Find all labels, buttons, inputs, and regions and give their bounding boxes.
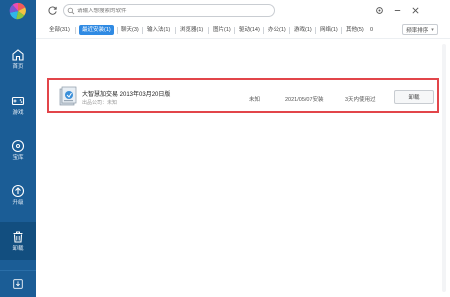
app-usage-frequency: 3天内使用过 xyxy=(345,97,376,103)
tab-input-method[interactable]: 输入法(1) xyxy=(147,25,170,35)
download-icon xyxy=(13,279,23,289)
tab-browser[interactable]: 浏览器(1) xyxy=(180,25,203,35)
tab-recent[interactable]: 最近安装(1) xyxy=(79,25,114,35)
tab-chat[interactable]: 聊天(3) xyxy=(121,25,139,35)
app-install-date: 2021/05/07安装 xyxy=(285,97,324,103)
tab-games[interactable]: 游戏(1) xyxy=(294,25,312,35)
app-name: 大智慧加交易 2013年03月20日版 xyxy=(82,92,171,98)
close-button[interactable] xyxy=(410,5,420,15)
tab-divider xyxy=(289,27,290,34)
sort-dropdown[interactable]: 频率排序 ▾ xyxy=(402,24,438,35)
tab-network[interactable]: 网络(1) xyxy=(320,25,338,35)
chevron-down-icon: ▾ xyxy=(431,26,434,33)
category-tabs: 全部(31) 最近安装(1) 聊天(3) 输入法(1) 浏览器(1) 图片(1)… xyxy=(36,21,450,39)
sort-label: 频率排序 xyxy=(406,27,429,34)
tab-count: 0 xyxy=(370,27,374,33)
tab-divider xyxy=(75,27,76,34)
top-bar xyxy=(36,0,450,21)
sidebar-item-treasury[interactable]: 宝库 xyxy=(0,131,36,169)
home-icon xyxy=(12,49,24,61)
minimize-icon xyxy=(394,9,400,11)
sidebar-item-label: 宝库 xyxy=(12,154,24,161)
sidebar-item-label: 卸载 xyxy=(12,245,24,252)
sidebar-item-label: 升级 xyxy=(12,199,24,206)
refresh-icon[interactable] xyxy=(47,5,58,16)
download-manager-button[interactable] xyxy=(0,270,36,297)
app-publisher: 出品公司：未知 xyxy=(82,100,118,106)
upgrade-icon xyxy=(11,184,25,197)
tab-image[interactable]: 图片(1) xyxy=(213,25,231,35)
sidebar-item-games[interactable]: 游戏 xyxy=(0,86,36,124)
sidebar-item-uninstall[interactable]: 卸载 xyxy=(0,222,36,260)
app-row[interactable]: 大智慧加交易 2013年03月20日版 出品公司：未知 未知 2021/05/0… xyxy=(47,78,439,113)
tab-office[interactable]: 办公(1) xyxy=(268,25,286,35)
close-icon xyxy=(411,6,419,14)
trash-icon xyxy=(13,231,23,243)
tab-divider xyxy=(263,27,264,34)
gamepad-icon xyxy=(11,96,25,105)
tab-divider xyxy=(341,27,342,34)
tab-other[interactable]: 其他(5) xyxy=(346,25,364,35)
app-icon xyxy=(59,86,77,106)
uninstall-button[interactable]: 卸载 xyxy=(394,90,434,104)
disc-icon xyxy=(11,139,25,152)
tab-divider xyxy=(315,27,316,34)
tab-all[interactable]: 全部(31) xyxy=(49,25,70,35)
sidebar-item-label: 游戏 xyxy=(12,109,24,116)
settings-button[interactable] xyxy=(374,5,384,15)
sidebar-item-home[interactable]: 首页 xyxy=(0,40,36,78)
search-input[interactable] xyxy=(77,7,267,14)
search-icon xyxy=(67,7,75,14)
tab-divider xyxy=(234,27,235,34)
sidebar-item-label: 首页 xyxy=(12,63,24,70)
tab-divider xyxy=(142,27,143,34)
search-box xyxy=(63,4,275,17)
gear-icon xyxy=(375,6,383,14)
tab-divider xyxy=(117,27,118,34)
tab-divider xyxy=(208,27,209,34)
minimize-button[interactable] xyxy=(392,5,402,15)
sidebar-item-upgrade[interactable]: 升级 xyxy=(0,176,36,214)
app-size: 未知 xyxy=(249,97,261,103)
app-logo-icon xyxy=(9,2,26,20)
scrollbar[interactable] xyxy=(442,44,446,292)
sidebar: 首页 游戏 宝库 升级 卸载 xyxy=(0,0,36,297)
tab-driver[interactable]: 驱动(14) xyxy=(239,25,260,35)
tab-divider xyxy=(175,27,176,34)
